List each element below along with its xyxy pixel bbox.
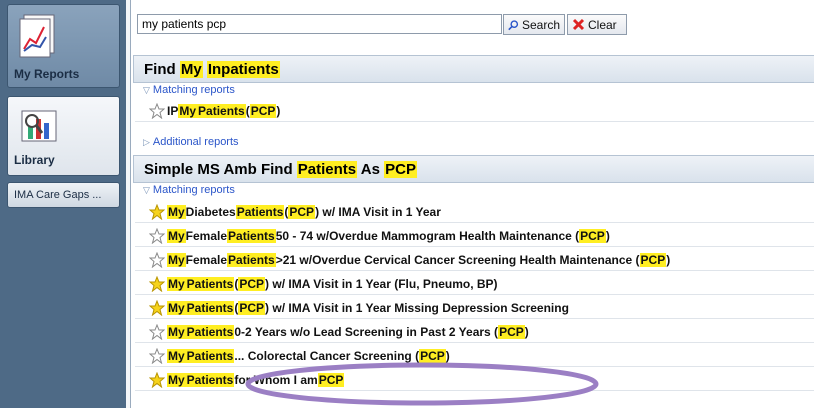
report-row[interactable]: My Female Patients 50 - 74 w/Overdue Mam… [135,225,814,247]
text-segment: 0-2 Years w/o Lead Screening in Past 2 Y… [234,324,499,339]
report-row[interactable]: IP My Patients (PCP) [135,100,814,122]
match-highlight: PCP [419,348,446,363]
match-highlight: Patients [197,103,246,118]
favorite-star-icon[interactable] [149,103,165,119]
favorite-star-filled-icon[interactable] [149,204,165,220]
text-segment: ) w/ IMA Visit in 1 Year (Flu, Pneumo, B… [265,276,498,291]
report-search-panel: Search Clear Find My Inpatients▽Matching… [130,0,814,408]
reports-chart-icon [19,14,55,58]
my-reports-label: My Reports [14,67,80,81]
matching-reports-toggle[interactable]: ▽ Matching reports [143,184,235,196]
text-segment: Simple MS Amb Find [144,161,297,178]
matching-reports-label: Matching reports [152,84,235,96]
search-bar: Search Clear [131,0,814,48]
favorite-star-filled-icon[interactable] [149,372,165,388]
match-highlight: PCP [579,228,606,243]
match-highlight: My [167,300,186,315]
my-reports-tab[interactable]: My Reports [7,4,120,88]
group-header[interactable]: Simple MS Amb Find Patients As PCP [133,155,814,183]
magnifier-icon [508,19,519,30]
matching-reports-label: Matching reports [152,184,235,196]
library-tab[interactable]: Library [7,96,120,176]
red-x-icon [572,18,585,31]
clear-button[interactable]: Clear [567,14,627,35]
favorite-star-icon[interactable] [149,252,165,268]
favorite-star-icon[interactable] [149,324,165,340]
clear-button-label: Clear [588,17,617,32]
text-segment: Female [185,228,228,243]
text-segment: ) w/ IMA Visit in 1 Year [315,204,441,219]
report-row[interactable]: My Patients (PCP) w/ IMA Visit in 1 Year… [135,297,814,319]
match-highlight: My [178,103,198,118]
text-segment: Diabetes [185,204,236,219]
text-segment: ) [276,103,281,118]
collapse-triangle-icon: ▷ [143,137,150,147]
library-chart-icon [21,110,57,142]
text-segment: ) [524,324,529,339]
text-segment: ) [605,228,610,243]
match-highlight: PCP [288,204,316,219]
search-button-label: Search [521,17,560,32]
ima-care-gaps-label: IMA Care Gaps ... [14,189,102,201]
match-highlight: Patients [227,228,276,243]
text-segment: ... Colorectal Cancer Screening ( [234,348,420,363]
text-segment: IP [167,103,179,118]
match-highlight: Inpatients [206,61,280,78]
match-highlight: Patients [185,276,235,291]
match-highlight: Patients [235,204,285,219]
match-highlight: Patients [185,300,235,315]
match-highlight: Patients [227,252,276,267]
search-input[interactable] [137,14,502,34]
match-highlight: My [167,372,186,387]
expand-triangle-icon: ▽ [143,185,150,195]
match-highlight: PCP [384,161,417,178]
highlight-ellipse [245,362,599,406]
report-row[interactable]: My Patients 0-2 Years w/o Lead Screening… [135,321,814,343]
text-segment: 50 - 74 w/Overdue Mammogram Health Maint… [275,228,580,243]
match-highlight: My [167,204,186,219]
favorite-star-filled-icon[interactable] [149,276,165,292]
match-highlight: My [167,324,186,339]
favorite-star-filled-icon[interactable] [149,300,165,316]
match-highlight: Patients [296,161,358,178]
match-highlight: My [167,348,186,363]
search-button[interactable]: Search [503,14,565,35]
report-row[interactable]: My Female Patients >21 w/Overdue Cervica… [135,249,814,271]
match-highlight: Patients [185,324,235,339]
match-highlight: My [167,252,186,267]
text-segment: ) [445,348,450,363]
ima-care-gaps-tab[interactable]: IMA Care Gaps ... [7,182,120,208]
matching-reports-toggle[interactable]: ▽ Matching reports [143,84,235,96]
favorite-star-icon[interactable] [149,348,165,364]
match-highlight: My [167,228,186,243]
match-highlight: PCP [498,324,525,339]
text-segment: >21 w/Overdue Cervical Cancer Screening … [275,252,640,267]
sidebar: My Reports Library IMA Care Gaps ... [0,0,126,408]
expand-triangle-icon: ▽ [143,85,150,95]
text-segment: Female [185,252,228,267]
text-segment: Find [144,61,180,78]
favorite-star-icon[interactable] [149,228,165,244]
report-row[interactable]: My Diabetes Patients (PCP) w/ IMA Visit … [135,201,814,223]
text-segment: ) [666,252,671,267]
match-highlight: PCP [238,300,266,315]
match-highlight: PCP [238,276,266,291]
additional-reports-label: Additional reports [152,136,239,148]
report-row[interactable]: My Patients (PCP) w/ IMA Visit in 1 Year… [135,273,814,295]
text-segment: ) w/ IMA Visit in 1 Year Missing Depress… [265,300,569,315]
match-highlight: My [167,276,186,291]
match-highlight: My [179,61,203,78]
match-highlight: PCP [249,103,277,118]
group-header[interactable]: Find My Inpatients [133,55,814,83]
library-label: Library [14,153,55,167]
match-highlight: PCP [639,252,667,267]
match-highlight: Patients [185,348,235,363]
additional-reports-toggle[interactable]: ▷ Additional reports [143,136,239,148]
text-segment: As [357,161,385,178]
match-highlight: Patients [185,372,235,387]
